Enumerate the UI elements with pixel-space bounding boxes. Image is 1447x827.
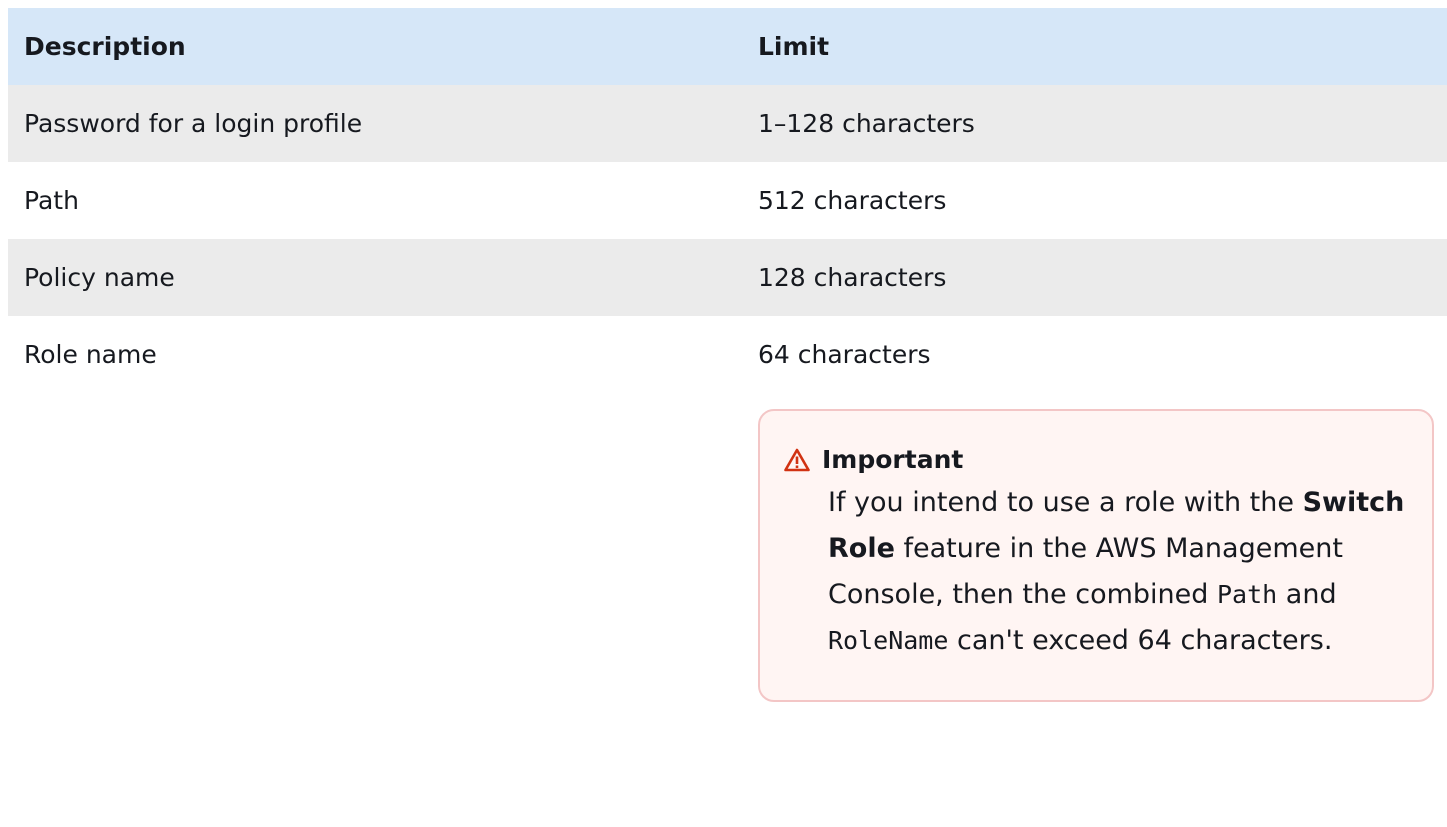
- table-row: Password for a login profile 1–128 chara…: [8, 85, 1447, 162]
- row-description: Password for a login profile: [24, 109, 363, 138]
- row-limit: 512 characters: [758, 186, 947, 215]
- table-row: Path 512 characters: [8, 162, 1447, 239]
- callout-title: Important: [822, 445, 964, 474]
- row-description: Policy name: [24, 263, 175, 292]
- callout-text: can't exceed 64 characters.: [948, 625, 1333, 656]
- row-description: Role name: [24, 340, 157, 369]
- warning-icon: [784, 448, 810, 472]
- row-limit-cell: 64 characters Important If you intend to…: [758, 316, 1447, 702]
- table-row: Policy name 128 characters: [8, 239, 1447, 316]
- code-rolename: RoleName: [828, 626, 949, 655]
- callout-text: and: [1277, 579, 1337, 610]
- table-header-row: Description Limit: [8, 8, 1447, 85]
- row-description: Path: [24, 186, 79, 215]
- callout-text: If you intend to use a role with the: [828, 487, 1303, 518]
- table-row: Role name 64 characters Important If you…: [8, 316, 1447, 827]
- row-limit: 64 characters: [758, 340, 931, 369]
- row-limit: 128 characters: [758, 263, 947, 292]
- callout-body: If you intend to use a role with the Swi…: [784, 480, 1406, 664]
- column-header-limit: Limit: [758, 32, 830, 61]
- callout-header: Important: [784, 445, 1406, 474]
- code-path: Path: [1217, 580, 1278, 609]
- column-header-description: Description: [24, 32, 186, 61]
- important-callout: Important If you intend to use a role wi…: [758, 409, 1434, 702]
- limits-table: Description Limit Password for a login p…: [8, 8, 1447, 827]
- row-limit: 1–128 characters: [758, 109, 975, 138]
